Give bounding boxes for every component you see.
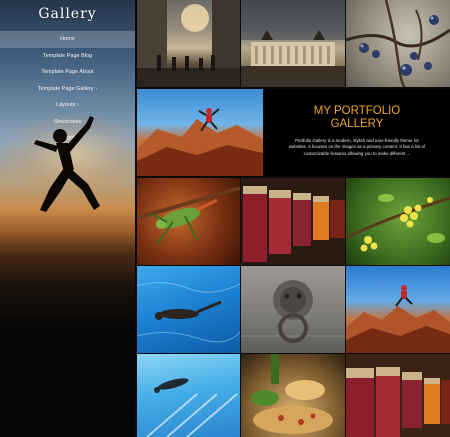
menu-item-label: Template Page Gallery bbox=[37, 85, 94, 92]
sidebar: Gallery Home Template Page Blog Template… bbox=[0, 0, 135, 437]
menu-item-label: Layouts bbox=[56, 102, 76, 108]
photo-yellow-flowers[interactable] bbox=[346, 178, 450, 265]
chevron-right-icon: › bbox=[95, 85, 98, 92]
promo-title: MY PORTFOLIO GALLERY bbox=[264, 105, 450, 131]
photo-swimmer-lane[interactable] bbox=[137, 354, 240, 437]
menu-item-gallery[interactable]: Template Page Gallery › bbox=[0, 81, 135, 98]
photo-hiker-canyon[interactable] bbox=[346, 266, 450, 353]
photo-hiker-jump[interactable] bbox=[137, 89, 263, 176]
gallery-grid: MY PORTFOLIO GALLERY Portfolio Gallery i… bbox=[137, 0, 450, 437]
photo-berries-branch[interactable] bbox=[346, 0, 450, 87]
chevron-right-icon: › bbox=[77, 102, 79, 108]
photo-jam-jars[interactable] bbox=[241, 178, 345, 265]
menu-item-label: Home bbox=[60, 36, 75, 42]
photo-food-table[interactable] bbox=[241, 354, 345, 437]
promo-title-line1: MY PORTFOLIO bbox=[313, 105, 401, 117]
menu-item-about[interactable]: Template Page About bbox=[0, 64, 135, 81]
photo-underwater-swimmer[interactable] bbox=[137, 266, 240, 353]
photo-jam-jars-closeup[interactable] bbox=[346, 354, 450, 437]
menu-item-blog[interactable]: Template Page Blog bbox=[0, 48, 135, 65]
photo-city-street[interactable] bbox=[137, 0, 240, 87]
menu-item-label: Template Page About bbox=[41, 69, 94, 75]
menu-item-label: Template Page Blog bbox=[42, 52, 93, 59]
promo-title-line2: GALLERY bbox=[330, 118, 384, 130]
photo-door-knocker[interactable] bbox=[241, 266, 345, 353]
portfolio-intro: MY PORTFOLIO GALLERY Portfolio Gallery i… bbox=[264, 89, 450, 176]
jumping-man-silhouette bbox=[34, 116, 100, 212]
menu-item-home[interactable]: Home bbox=[0, 31, 135, 48]
promo-description: Portfolio Gallery is a modern, stylish a… bbox=[288, 138, 426, 156]
site-logo[interactable]: Gallery bbox=[0, 6, 135, 22]
photo-grasshopper[interactable] bbox=[137, 178, 240, 265]
photo-rome-monument[interactable] bbox=[241, 0, 345, 87]
